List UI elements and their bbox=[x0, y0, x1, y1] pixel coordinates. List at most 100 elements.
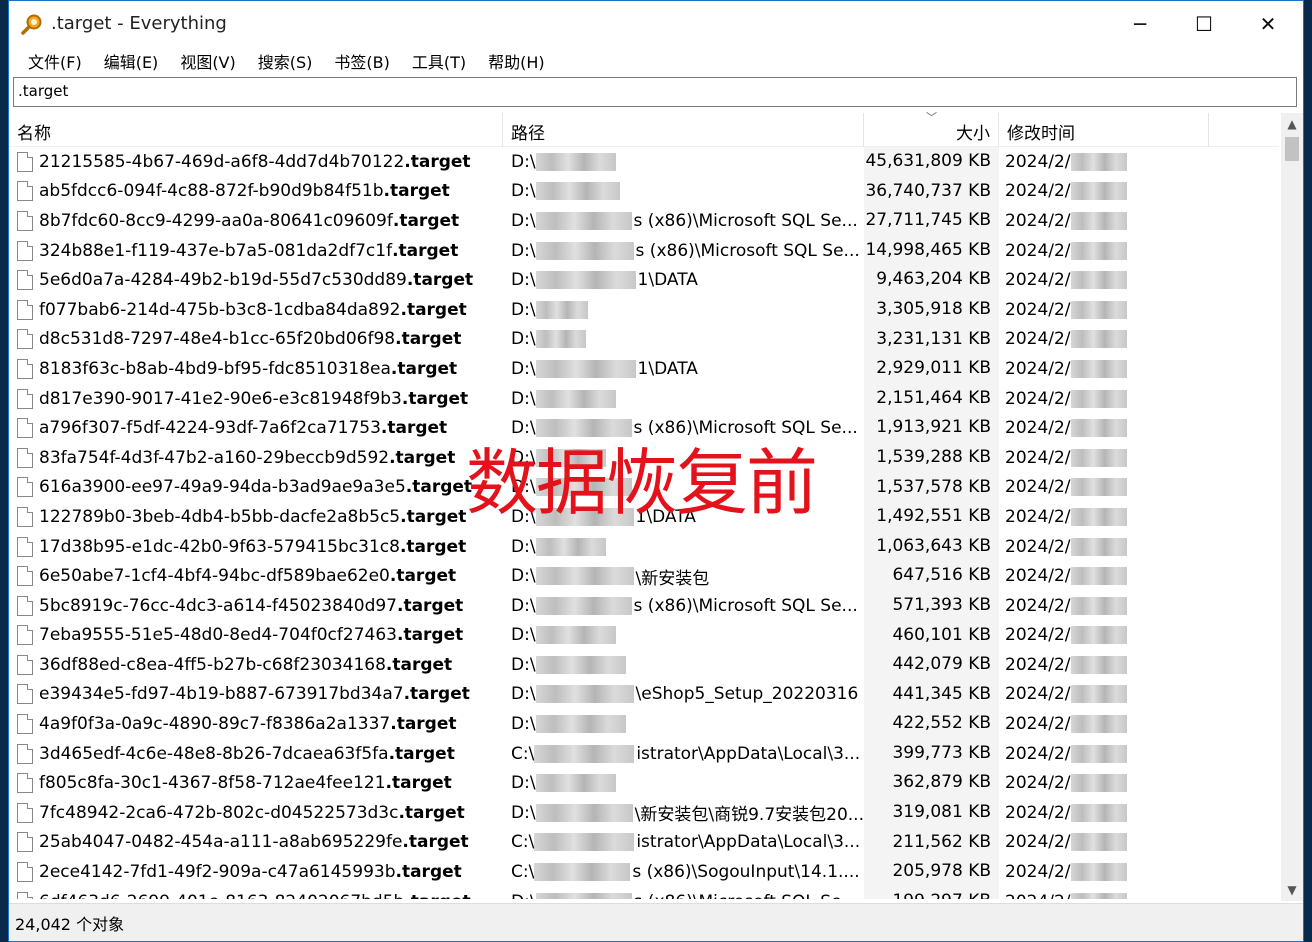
path-tail: 1\DATA bbox=[637, 358, 698, 379]
file-name-cell: 3d465edf-4c6e-48e8-8b26-7dcaea63f5fa .tar… bbox=[9, 743, 503, 764]
menu-bookmarks[interactable]: 书签(B) bbox=[323, 49, 400, 73]
path-drive: D:\ bbox=[511, 892, 536, 899]
redacted-path bbox=[535, 241, 634, 260]
redacted-path bbox=[535, 389, 616, 408]
date-cell: 2024/2/ bbox=[999, 596, 1209, 616]
redacted-date bbox=[1070, 715, 1127, 734]
path-drive: D:\ bbox=[511, 595, 536, 616]
result-row[interactable]: 17d38b95-e1dc-42b0-9f63-579415bc31c8 .tar… bbox=[9, 531, 1279, 562]
result-row[interactable]: e39434e5-fd97-4b19-b887-673917bd34a7 .tar… bbox=[9, 679, 1279, 710]
path-cell: D:\ s (x86)\Microsoft SQL Se... bbox=[503, 211, 864, 231]
date-cell: 2024/2/ bbox=[999, 832, 1209, 852]
redacted-path bbox=[535, 330, 586, 349]
size-cell: 362,879 KB bbox=[864, 768, 999, 799]
column-path-header[interactable]: 路径 bbox=[503, 113, 864, 147]
column-date-header[interactable]: 修改时间 bbox=[999, 113, 1209, 147]
menu-search[interactable]: 搜索(S) bbox=[247, 49, 324, 73]
file-name-cell: 8b7fdc60-8cc9-4299-aa0a-80641c09609f .tar… bbox=[9, 210, 503, 231]
file-extension: .target bbox=[405, 477, 473, 498]
file-name-cell: f077bab6-214d-475b-b3c8-1cdba84da892 .tar… bbox=[9, 299, 503, 320]
result-row[interactable]: d817e390-9017-41e2-90e6-e3c81948f9b3 .tar… bbox=[9, 383, 1279, 414]
path-drive: D:\ bbox=[511, 625, 536, 646]
file-name-cell: ab5fdcc6-094f-4c88-872f-b90d9b84f51b .tar… bbox=[9, 181, 503, 202]
redacted-path bbox=[535, 892, 632, 899]
column-name-header[interactable]: 名称 bbox=[9, 113, 503, 147]
file-icon bbox=[17, 566, 33, 587]
menu-edit[interactable]: 编辑(E) bbox=[93, 49, 170, 73]
file-name-cell: f805c8fa-30c1-4367-8f58-712ae4fee121 .tar… bbox=[9, 773, 503, 794]
date-text: 2024/2/ bbox=[1005, 892, 1071, 899]
path-drive: D:\ bbox=[511, 181, 536, 202]
size-cell: 211,562 KB bbox=[864, 827, 999, 858]
close-button[interactable]: ✕ bbox=[1237, 1, 1299, 47]
file-icon bbox=[17, 595, 33, 616]
date-cell: 2024/2/ bbox=[999, 655, 1209, 675]
column-size-header[interactable]: ﹀ 大小 bbox=[864, 111, 999, 147]
path-cell: D:\ bbox=[503, 300, 864, 320]
file-name: e39434e5-fd97-4b19-b887-673917bd34a7 bbox=[39, 684, 404, 705]
date-text: 2024/2/ bbox=[1005, 802, 1071, 823]
sort-down-icon: ﹀ bbox=[926, 111, 937, 124]
result-row[interactable]: 7eba9555-51e5-48d0-8ed4-704f0cf27463 .tar… bbox=[9, 620, 1279, 651]
path-cell: D:\ s (x86)\Microsoft SQL Se... bbox=[503, 596, 864, 616]
date-cell: 2024/2/ bbox=[999, 744, 1209, 764]
date-text: 2024/2/ bbox=[1005, 773, 1071, 794]
redacted-path bbox=[535, 537, 606, 556]
result-row[interactable]: 6df463d6-2699-401e-8163-82402067bd5b.tar… bbox=[9, 886, 1279, 899]
result-row[interactable]: 7fc48942-2ca6-472b-802c-d04522573d3c .tar… bbox=[9, 798, 1279, 828]
file-icon bbox=[17, 625, 33, 646]
minimize-button[interactable]: ─ bbox=[1109, 1, 1171, 47]
redacted-date bbox=[1070, 774, 1127, 793]
result-row[interactable]: 21215585-4b67-469d-a6f8-4dd7d4b70122 .tar… bbox=[9, 147, 1279, 177]
result-row[interactable]: ab5fdcc6-094f-4c88-872f-b90d9b84f51b .tar… bbox=[9, 176, 1279, 207]
vertical-scrollbar[interactable]: ▲ ▼ bbox=[1281, 113, 1303, 901]
result-row[interactable]: 5e6d0a7a-4284-49b2-b19d-55d7c530dd89 .tar… bbox=[9, 265, 1279, 295]
file-name: 616a3900-ee97-49a9-94da-b3ad9ae9a3e5 bbox=[39, 477, 406, 498]
result-row[interactable]: 36df88ed-c8ea-4ff5-b27b-c68f23034168 .tar… bbox=[9, 650, 1279, 680]
menu-view[interactable]: 视图(V) bbox=[169, 49, 246, 73]
result-row[interactable]: 8b7fdc60-8cc9-4299-aa0a-80641c09609f .tar… bbox=[9, 206, 1279, 236]
date-cell: 2024/2/ bbox=[999, 566, 1209, 586]
date-text: 2024/2/ bbox=[1005, 388, 1071, 409]
result-row[interactable]: 5bc8919c-76cc-4dc3-a614-f45023840d97 .tar… bbox=[9, 590, 1279, 621]
path-tail: \新安装包\商锐9.7安装包20... bbox=[634, 805, 864, 826]
scroll-thumb[interactable] bbox=[1285, 137, 1299, 161]
date-cell: 2024/2/ bbox=[999, 329, 1209, 349]
result-row[interactable]: 2ece4142-7fd1-49f2-909a-c47a6145993b .tar… bbox=[9, 857, 1279, 887]
result-row[interactable]: 6e50abe7-1cf4-4bf4-94bc-df589bae62e0 .tar… bbox=[9, 561, 1279, 591]
path-drive: D:\ bbox=[511, 388, 536, 409]
file-name: 8183f63c-b8ab-4bd9-bf95-fdc8510318ea bbox=[39, 358, 391, 379]
result-row[interactable]: f805c8fa-30c1-4367-8f58-712ae4fee121 .tar… bbox=[9, 768, 1279, 799]
path-drive: C:\ bbox=[511, 743, 535, 764]
file-icon bbox=[17, 891, 33, 899]
menu-bar: 文件(F) 编辑(E) 视图(V) 搜索(S) 书签(B) 工具(T) 帮助(H… bbox=[9, 47, 1303, 75]
result-row[interactable]: 25ab4047-0482-454a-a111-a8ab695229fe .tar… bbox=[9, 827, 1279, 858]
result-row[interactable]: 4a9f0f3a-0a9c-4890-89c7-f8386a2a1337 .tar… bbox=[9, 709, 1279, 739]
scroll-up-icon[interactable]: ▲ bbox=[1281, 113, 1303, 135]
result-row[interactable]: f077bab6-214d-475b-b3c8-1cdba84da892 .tar… bbox=[9, 294, 1279, 325]
file-extension: .target bbox=[385, 773, 452, 794]
file-name-cell: 21215585-4b67-469d-a6f8-4dd7d4b70122 .tar… bbox=[9, 151, 503, 172]
result-row[interactable]: 324b88e1-f119-437e-b7a5-081da2df7c1f .tar… bbox=[9, 235, 1279, 266]
maximize-button[interactable]: ☐ bbox=[1173, 1, 1235, 47]
search-input[interactable]: .target bbox=[13, 77, 1297, 107]
file-name: 7eba9555-51e5-48d0-8ed4-704f0cf27463 bbox=[39, 625, 397, 646]
date-cell: 2024/2/ bbox=[999, 477, 1209, 497]
file-icon bbox=[17, 477, 33, 498]
date-text: 2024/2/ bbox=[1005, 477, 1071, 498]
result-row[interactable]: 8183f63c-b8ab-4bd9-bf95-fdc8510318ea .tar… bbox=[9, 354, 1279, 384]
redacted-date bbox=[1070, 863, 1127, 882]
scroll-down-icon[interactable]: ▼ bbox=[1281, 879, 1303, 901]
result-row[interactable]: d8c531d8-7297-48e4-b1cc-65f20bd06f98 .tar… bbox=[9, 324, 1279, 355]
redacted-path bbox=[535, 567, 634, 586]
redacted-path bbox=[535, 300, 588, 319]
redacted-path bbox=[535, 596, 632, 615]
result-row[interactable]: 3d465edf-4c6e-48e8-8b26-7dcaea63f5fa .tar… bbox=[9, 738, 1279, 769]
menu-tools[interactable]: 工具(T) bbox=[401, 49, 477, 73]
menu-help[interactable]: 帮助(H) bbox=[477, 49, 556, 73]
date-cell: 2024/2/ bbox=[999, 152, 1209, 172]
redacted-date bbox=[1070, 271, 1127, 290]
menu-file[interactable]: 文件(F) bbox=[17, 49, 93, 73]
status-bar: 24,042 个对象 bbox=[9, 903, 1303, 941]
path-cell: D:\ bbox=[503, 714, 864, 734]
